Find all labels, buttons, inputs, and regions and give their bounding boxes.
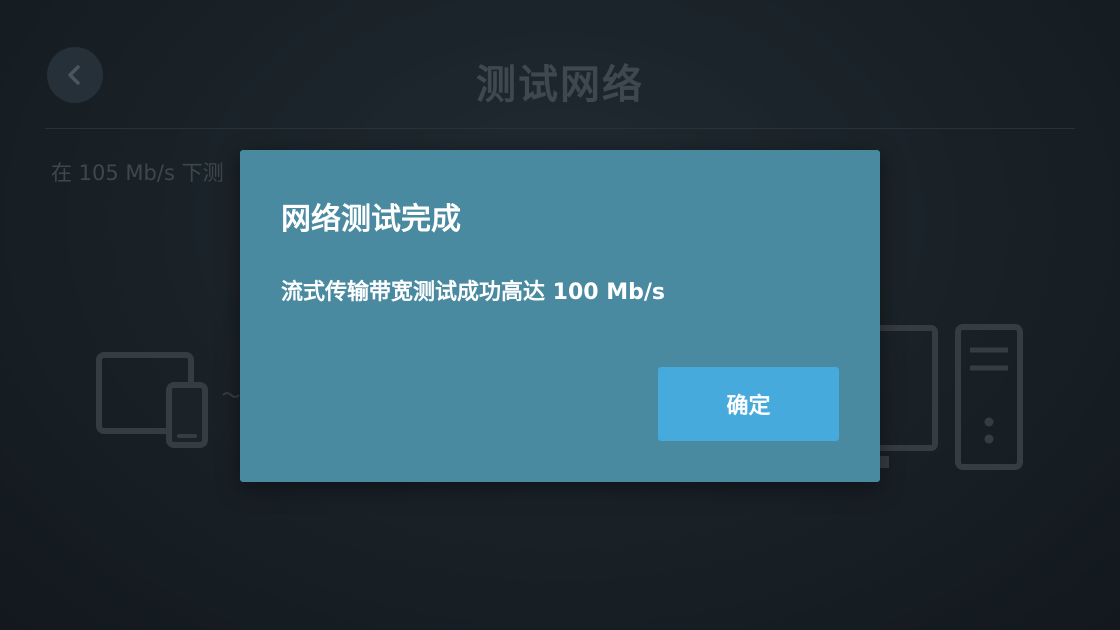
dialog-message: 流式传输带宽测试成功高达 100 Mb/s	[281, 280, 666, 305]
confirm-button[interactable]: 确定	[658, 367, 839, 441]
test-network-screen: 测试网络 在 105 Mb/s 下测 网络测试完成 流式传输带宽测试成功高达 1…	[0, 0, 1120, 630]
dialog-title: 网络测试完成	[281, 202, 461, 237]
test-complete-dialog: 网络测试完成 流式传输带宽测试成功高达 100 Mb/s 确定	[240, 150, 880, 482]
